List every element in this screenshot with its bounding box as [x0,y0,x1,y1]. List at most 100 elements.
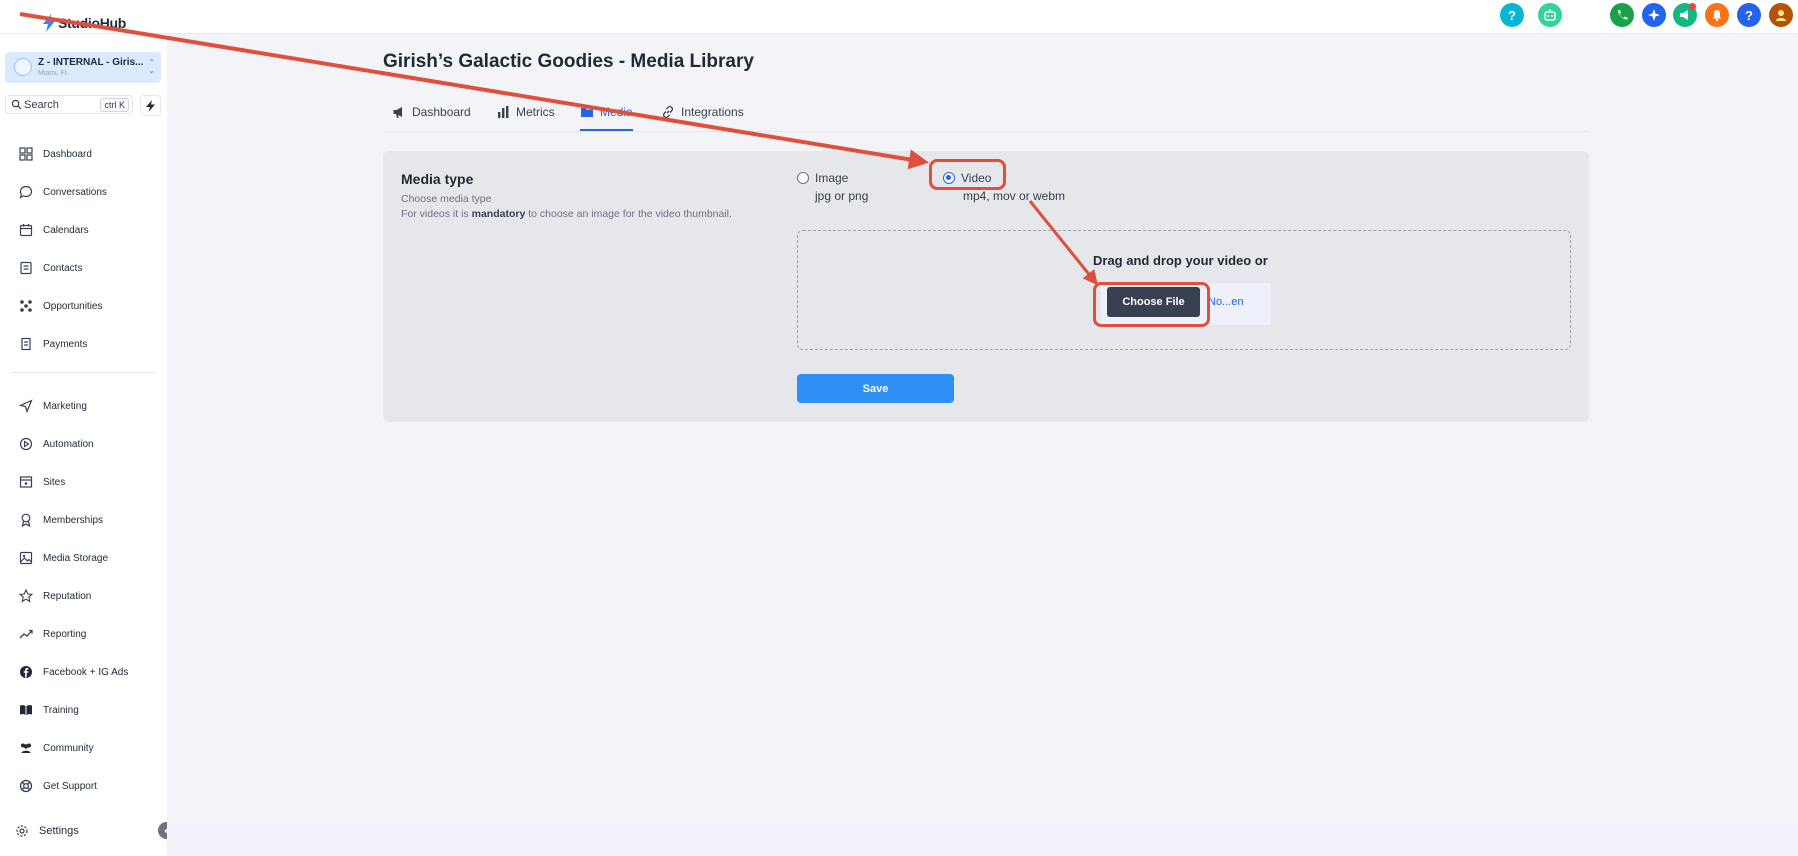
sidebar-item-label: Memberships [43,514,104,526]
sidebar-item-conversations[interactable]: Conversations [19,183,107,201]
sidebar-item-automation[interactable]: Automation [19,435,94,453]
trend-icon [19,629,33,639]
quick-actions-button[interactable] [140,95,161,116]
top-bar: StudioHub ? ? [0,0,1798,34]
users-icon [21,743,31,753]
media-type-note: For videos it is mandatory to choose an … [401,208,732,220]
phone-icon[interactable] [1610,3,1634,27]
book-icon [20,705,32,715]
sidebar-item-media-storage[interactable]: Media Storage [19,549,108,567]
sidebar-item-label: Community [43,742,94,754]
sidebar-item-label: Opportunities [43,300,103,312]
chevron-updown-icon: ⌃ ⌄ [148,58,155,75]
megaphone-icon[interactable] [1673,3,1697,27]
page-title: Girish’s Galactic Goodies - Media Librar… [383,51,754,72]
sidebar-item-calendars[interactable]: Calendars [19,221,89,239]
settings-label: Settings [39,825,79,837]
sidebar-item-label: Calendars [43,224,89,236]
link-icon [662,105,674,119]
sidebar-divider [11,372,156,373]
sidebar-item-memberships[interactable]: Memberships [19,511,103,529]
sidebar-item-label: Media Storage [43,552,109,564]
sidebar-item-sites[interactable]: Sites [19,473,65,491]
tab-integrations[interactable]: Integrations [661,105,744,119]
video-radio-hint: mp4, mov or webm [963,189,1066,203]
sidebar-item-reputation[interactable]: Reputation [19,587,91,605]
tab-media[interactable]: Media [580,105,633,131]
sparkle-icon[interactable] [1642,3,1666,27]
folder-icon [581,108,593,117]
file-name-text: No...en [1208,296,1244,308]
dropzone-text: Drag and drop your video or [1093,253,1268,268]
bolt-logo-icon [43,14,55,32]
sidebar-item-label: Automation [43,438,94,450]
sidebar-item-marketing[interactable]: Marketing [19,397,87,415]
studiohub-logo[interactable]: StudioHub [42,14,126,32]
video-radio-highlight [929,159,1006,190]
sidebar-item-label: Sites [43,476,66,488]
sidebar-item-label: Facebook + IG Ads [43,666,129,678]
media-type-title: Media type [401,171,474,187]
opportunities-icon [20,300,32,312]
sites-icon [19,476,33,488]
image-icon [19,551,33,565]
footer-band [167,822,1798,856]
sidebar: Z - INTERNAL - Giris... Miami, FL ⌃ ⌄ Sea… [0,34,167,856]
logo-text: StudioHub [58,15,127,31]
account-name: Z - INTERNAL - Giris... [38,57,144,68]
send-icon [19,399,33,413]
sidebar-item-label: Training [43,704,79,716]
gear-icon [16,825,28,837]
sidebar-item-settings[interactable]: Settings [15,824,79,838]
image-radio[interactable] [797,172,809,184]
sidebar-item-facebook-ig-ads[interactable]: Facebook + IG Ads [19,663,128,681]
tab-label: Integrations [681,105,744,119]
bell-icon[interactable] [1705,3,1729,27]
account-avatar [14,58,32,76]
sidebar-item-label: Reporting [43,628,87,640]
help-icon[interactable]: ? [1500,3,1524,27]
assistant-icon[interactable] [1538,3,1562,27]
payments-icon [21,337,31,351]
account-location: Miami, FL [38,70,69,77]
megaphone-icon [393,107,402,118]
chat-icon [19,185,33,199]
sidebar-item-reporting[interactable]: Reporting [19,625,86,643]
sidebar-item-get-support[interactable]: Get Support [19,777,97,795]
tab-label: Media [600,105,633,119]
media-type-subtitle: Choose media type [401,193,492,205]
sidebar-item-dashboard[interactable]: Dashboard [19,145,92,163]
notification-dot [1689,3,1696,10]
lifebuoy-icon [19,779,33,793]
note-suffix: to choose an image for the video thumbna… [525,208,732,220]
sidebar-item-label: Reputation [43,590,92,602]
sidebar-item-community[interactable]: Community [19,739,94,757]
account-switcher[interactable]: Z - INTERNAL - Giris... Miami, FL ⌃ ⌄ [5,52,161,83]
image-radio-hint: jpg or png [815,189,869,203]
save-button[interactable]: Save [797,374,954,403]
bolt-icon [146,99,155,112]
search-box[interactable]: Search ctrl K [5,95,133,114]
sidebar-item-label: Payments [43,338,88,350]
note-bold: mandatory [471,208,526,220]
bar-chart-icon [498,106,509,118]
dashboard-icon [19,147,33,161]
sidebar-item-training[interactable]: Training [19,701,79,719]
tab-bar: Dashboard Metrics Media Integrations [383,102,1588,132]
tab-metrics[interactable]: Metrics [496,105,555,119]
sidebar-item-contacts[interactable]: Contacts [19,259,82,277]
search-placeholder: Search [24,99,59,111]
choose-file-highlight [1093,282,1210,327]
sidebar-item-label: Conversations [43,186,107,198]
image-radio-option[interactable]: Image [797,171,848,185]
note-prefix: For videos it is [401,208,472,220]
calendar-icon [19,224,33,237]
user-avatar-icon[interactable] [1769,3,1793,27]
sidebar-item-opportunities[interactable]: Opportunities [19,297,102,315]
automation-icon [19,437,33,451]
question-icon[interactable]: ? [1737,3,1761,27]
active-tab-underline [580,129,633,131]
tab-dashboard[interactable]: Dashboard [392,105,471,119]
sidebar-item-payments[interactable]: Payments [19,335,87,353]
contacts-icon [20,261,32,275]
